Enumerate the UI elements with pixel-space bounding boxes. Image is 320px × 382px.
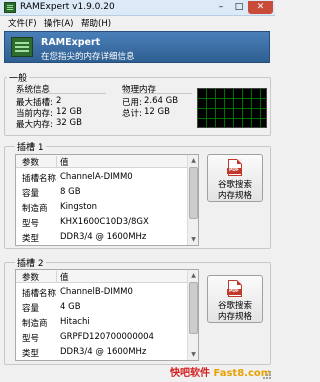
slot-1-spec-search-button[interactable]: PDF 谷歌搜索 内存规格: [207, 154, 263, 202]
spec-button-line2: 内存规格: [217, 312, 252, 322]
app-icon: [4, 2, 16, 13]
value-cell: DDR3/4 @ 1600MHz: [60, 232, 147, 242]
table-row[interactable]: 容量 4 GB: [16, 301, 188, 316]
total-memory-label: 总计:: [122, 109, 142, 119]
ram-chip-icon: [11, 37, 33, 57]
pdf-badge: PDF: [227, 168, 241, 174]
param-cell: 类型: [22, 234, 40, 244]
param-cell: 插槽名称: [22, 174, 57, 184]
spec-button-line1: 谷歌搜索: [217, 180, 252, 190]
table-row[interactable]: 制造商 Hitachi: [16, 316, 188, 331]
value-cell: GRPFD120700000004: [60, 332, 154, 342]
pdf-icon: PDF: [227, 280, 242, 297]
table-row[interactable]: 容量 8 GB: [16, 186, 188, 201]
menu-help[interactable]: 帮助(H): [81, 17, 111, 29]
slot-1-table-header: 参数 值: [16, 155, 188, 168]
slot-1-table[interactable]: 参数 值 插槽名称 ChannelA-DIMM0 容量 8 GB 制造商 Kin…: [15, 154, 199, 246]
scroll-up-arrow-icon[interactable]: ▲: [188, 270, 198, 281]
value-cell: ChannelB-DIMM0: [60, 287, 133, 297]
column-header-value[interactable]: 值: [60, 271, 69, 283]
param-cell: 制造商: [22, 319, 48, 329]
param-cell: 制造商: [22, 204, 48, 214]
menu-action[interactable]: 操作(A): [44, 17, 73, 29]
slot-2-label: 插槽 2: [15, 256, 46, 269]
watermark-cn: 快吧软件: [170, 368, 210, 379]
pdf-icon: PDF: [227, 159, 242, 176]
value-cell: ChannelA-DIMM0: [60, 172, 133, 182]
used-memory-value: 2.64 GB: [144, 96, 179, 106]
memory-usage-graph: [197, 88, 267, 128]
vertical-scrollbar[interactable]: ▲ ▼: [187, 155, 198, 245]
param-cell: 插槽名称: [22, 289, 57, 299]
banner-title: RAMExpert: [41, 37, 101, 48]
column-separator: [56, 156, 57, 167]
slot-2-spec-search-button[interactable]: PDF 谷歌搜索 内存规格: [207, 275, 263, 323]
total-memory-value: 12 GB: [144, 107, 170, 117]
watermark: 快吧软件 Fast8.com: [170, 364, 271, 379]
column-header-value[interactable]: 值: [60, 156, 69, 168]
param-cell: 类型: [22, 349, 40, 359]
table-row[interactable]: 类型 DDR3/4 @ 1600MHz: [16, 346, 188, 360]
header-banner: RAMExpert 在您指尖的内存详细信息: [4, 31, 270, 63]
column-header-param[interactable]: 参数: [22, 271, 39, 283]
slot-1-label: 插槽 1: [15, 140, 46, 153]
table-row[interactable]: 类型 DDR3/4 @ 1600MHz: [16, 231, 188, 245]
max-memory-value: 32 GB: [56, 118, 82, 128]
table-row[interactable]: 型号 KHX1600C10D3/8GX: [16, 216, 188, 231]
column-header-param[interactable]: 参数: [22, 156, 39, 168]
value-cell: DDR3/4 @ 1600MHz: [60, 347, 147, 357]
resize-grip-icon[interactable]: [262, 370, 272, 380]
table-row[interactable]: 型号 GRPFD120700000004: [16, 331, 188, 346]
system-info-divider: [16, 93, 106, 94]
value-cell: Kingston: [60, 202, 98, 212]
current-memory-value: 12 GB: [56, 107, 82, 117]
menu-file[interactable]: 文件(F): [8, 17, 37, 29]
max-memory-label: 最大内存:: [16, 120, 53, 130]
close-button[interactable]: ✕: [248, 1, 273, 14]
table-row[interactable]: 插槽名称 ChannelA-DIMM0: [16, 171, 188, 186]
column-separator: [56, 271, 57, 282]
scrollbar-thumb[interactable]: [189, 167, 198, 219]
spec-button-line2: 内存规格: [217, 191, 252, 201]
banner-subtitle: 在您指尖的内存详细信息: [41, 52, 135, 62]
table-row[interactable]: 插槽名称 ChannelB-DIMM0: [16, 286, 188, 301]
scroll-up-arrow-icon[interactable]: ▲: [188, 155, 198, 166]
param-cell: 型号: [22, 334, 40, 344]
spec-button-line1: 谷歌搜索: [217, 301, 252, 311]
param-cell: 容量: [22, 304, 40, 314]
value-cell: KHX1600C10D3/8GX: [60, 217, 149, 227]
title-bar[interactable]: RAMExpert v1.9.0.20 – □ ✕: [0, 0, 275, 16]
value-cell: 4 GB: [60, 302, 81, 312]
scroll-down-arrow-icon[interactable]: ▼: [188, 234, 198, 245]
vertical-scrollbar[interactable]: ▲ ▼: [187, 270, 198, 360]
window-title: RAMExpert v1.9.0.20: [20, 2, 115, 12]
param-cell: 型号: [22, 219, 40, 229]
value-cell: Hitachi: [60, 317, 90, 327]
value-cell: 8 GB: [60, 187, 81, 197]
scroll-down-arrow-icon[interactable]: ▼: [188, 349, 198, 360]
minimize-button[interactable]: –: [212, 1, 230, 14]
physical-memory-divider: [122, 93, 192, 94]
slot-2-table-header: 参数 值: [16, 270, 188, 283]
maximize-button[interactable]: □: [230, 1, 248, 14]
pdf-badge: PDF: [227, 289, 241, 295]
param-cell: 容量: [22, 189, 40, 199]
max-slots-value: 2: [56, 96, 62, 106]
slot-2-table[interactable]: 参数 值 插槽名称 ChannelB-DIMM0 容量 4 GB 制造商 Hit…: [15, 269, 199, 361]
menu-bar: 文件(F) 操作(A) 帮助(H): [0, 16, 275, 30]
table-row[interactable]: 制造商 Kingston: [16, 201, 188, 216]
scrollbar-thumb[interactable]: [189, 282, 198, 334]
